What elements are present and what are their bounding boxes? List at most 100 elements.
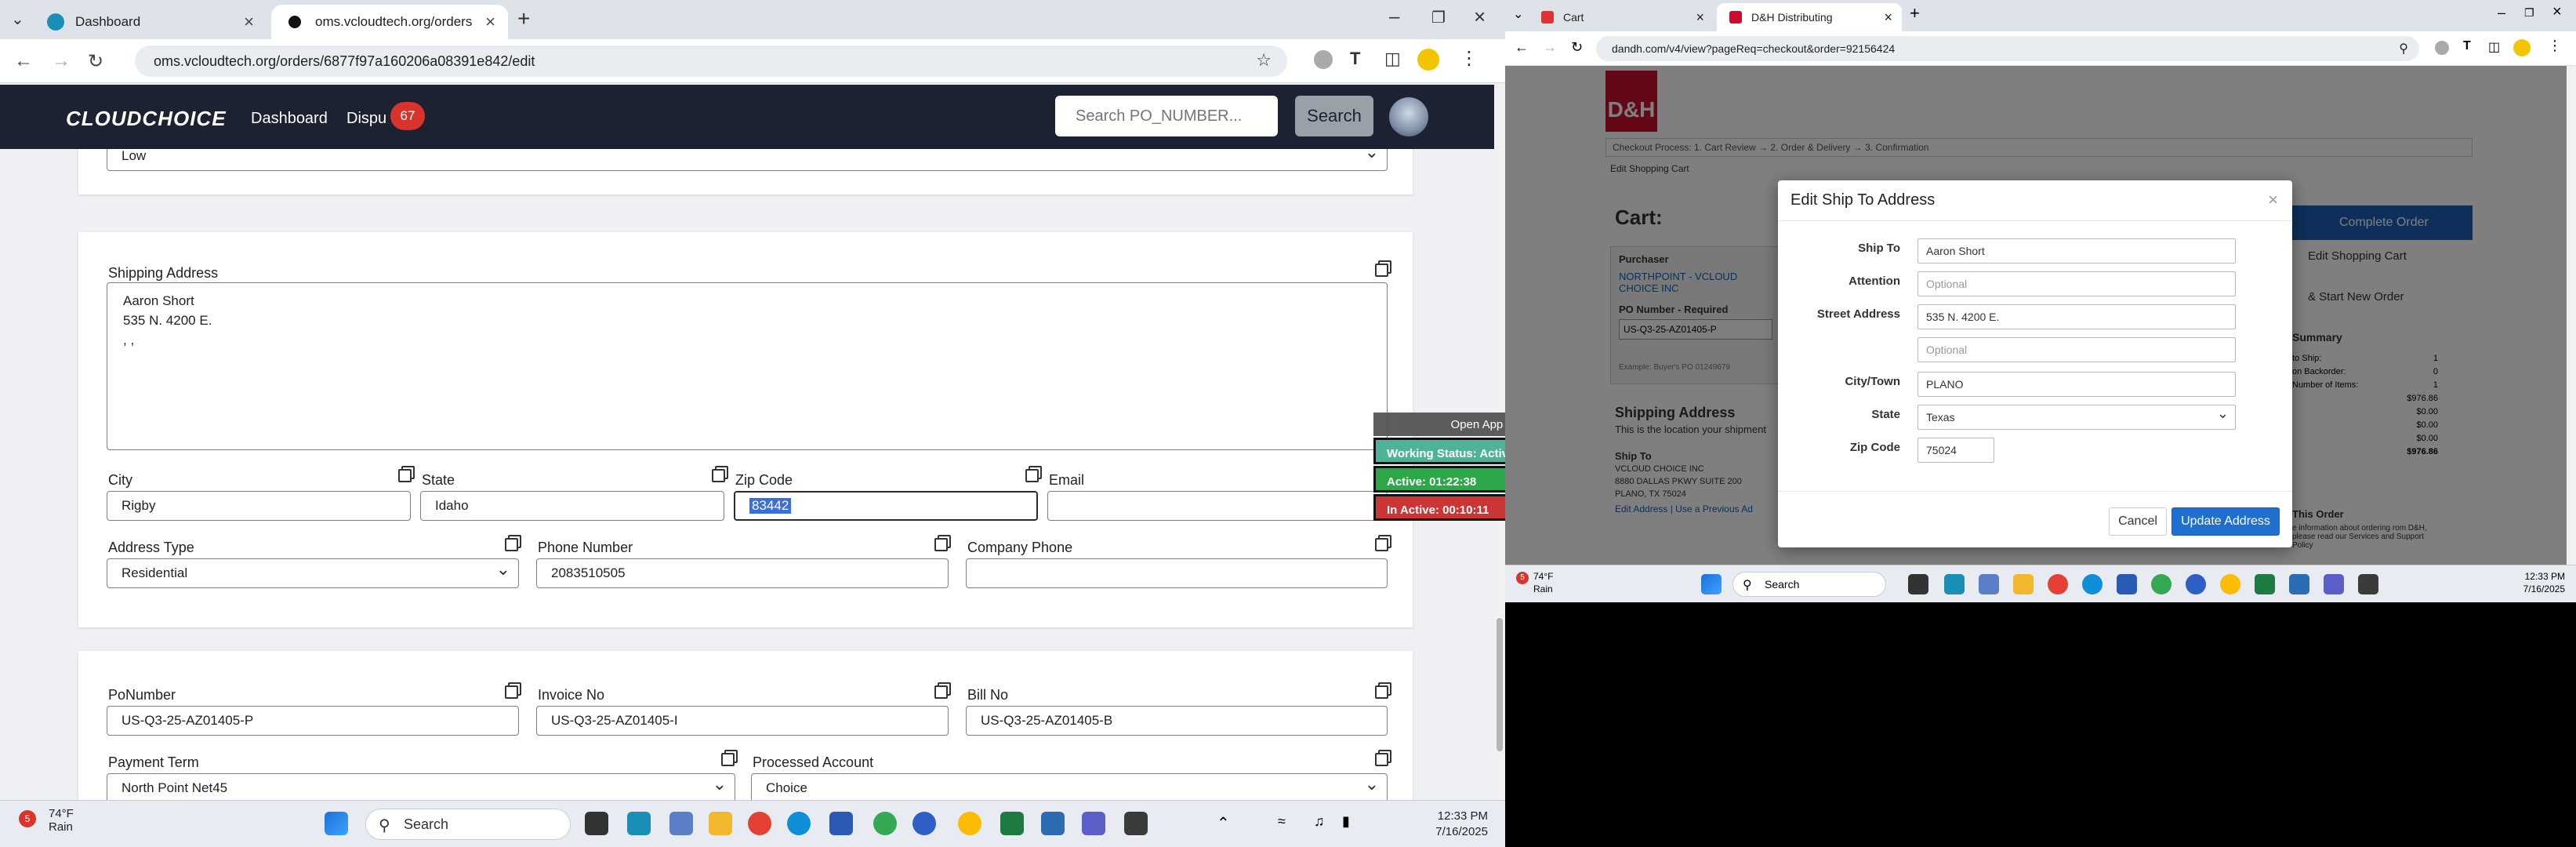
reader-icon[interactable]: T [1350, 49, 1360, 69]
close-icon[interactable]: × [244, 12, 254, 32]
maximize-icon[interactable]: ❐ [1431, 8, 1446, 27]
copy-icon[interactable] [398, 466, 415, 482]
email-input[interactable] [1047, 491, 1388, 521]
volume-icon[interactable]: ♫ [1314, 813, 1325, 830]
extensions-puzzle-icon[interactable]: ◫ [2488, 39, 2500, 55]
profile-icon[interactable] [1417, 49, 1439, 71]
taskbar-clock[interactable]: 12:33 PM 7/16/2025 [2523, 570, 2565, 595]
weather-widget[interactable]: 5 74°F Rain [1516, 570, 1553, 595]
edge-icon[interactable] [787, 812, 811, 835]
zoom-icon[interactable] [2186, 574, 2206, 594]
city-town-input[interactable]: PLANO [1917, 372, 2236, 397]
chrome-profile-icon[interactable] [2151, 574, 2171, 594]
teams-icon[interactable] [1082, 812, 1105, 835]
zip-input[interactable]: 83442 [734, 491, 1038, 521]
window-close-icon[interactable]: × [1474, 5, 1486, 29]
close-icon[interactable]: × [2268, 190, 2278, 210]
zoom-magnifier-icon[interactable]: ⚲ [2399, 41, 2408, 56]
taskbar-search[interactable]: ⚲ Search [1732, 572, 1886, 597]
app-icon-2[interactable] [1124, 812, 1148, 835]
reload-icon[interactable]: ↻ [88, 50, 103, 73]
update-address-button[interactable]: Update Address [2171, 507, 2280, 536]
outlook-icon[interactable] [2117, 574, 2137, 594]
shipping-address-textarea[interactable]: Aaron Short 535 N. 4200 E. , , [107, 282, 1388, 450]
new-tab-plus-icon[interactable]: + [517, 6, 530, 31]
street-address-input[interactable]: 535 N. 4200 E. [1917, 304, 2236, 329]
weather-widget[interactable]: 5 74°F Rain [19, 807, 74, 834]
open-app-button[interactable]: Open App ↗ [1373, 413, 1505, 436]
file-explorer-icon[interactable] [2013, 574, 2034, 594]
search-button[interactable]: Search [1295, 96, 1373, 136]
excel-icon[interactable] [2255, 574, 2275, 594]
minimize-icon[interactable]: – [1389, 6, 1399, 28]
url-field[interactable]: oms.vcloudtech.org/orders/6877f97a160206… [135, 45, 1287, 77]
wifi-icon[interactable]: ≈ [1278, 813, 1286, 830]
minimize-icon[interactable]: – [2498, 5, 2505, 21]
street-address-2-input[interactable]: Optional [1917, 337, 2236, 362]
new-tab-plus-icon[interactable]: + [1910, 3, 1920, 24]
windows-start-icon[interactable] [1701, 574, 1722, 594]
chrome-alt-icon[interactable] [2220, 574, 2240, 594]
processed-account-select[interactable]: Choice [751, 773, 1388, 800]
copy-icon[interactable] [934, 535, 951, 551]
copy-icon[interactable] [505, 535, 521, 551]
copy-icon[interactable] [721, 750, 738, 766]
outlook-icon[interactable] [829, 812, 853, 835]
forward-icon[interactable]: → [1543, 39, 1557, 56]
state-input[interactable]: Idaho [420, 491, 724, 521]
page-scrollbar[interactable] [2567, 66, 2576, 565]
cloudchoice-logo[interactable]: CLOUDCHOICE [66, 107, 227, 131]
battery-icon[interactable]: ▮ [1342, 813, 1350, 830]
taskbar-search[interactable]: ⚲ Search [365, 809, 571, 840]
close-icon[interactable]: × [1884, 9, 1892, 26]
chrome-profile-icon[interactable] [873, 812, 897, 835]
copy-icon[interactable] [1375, 682, 1391, 699]
back-icon[interactable]: ← [1515, 39, 1529, 56]
calculator-icon[interactable] [1979, 574, 1999, 594]
zip-code-input[interactable]: 75024 [1917, 438, 1994, 463]
extensions-puzzle-icon[interactable]: ◫ [1384, 49, 1401, 69]
priority-select[interactable]: Low [107, 149, 1388, 171]
copy-icon[interactable] [1025, 466, 1042, 482]
user-avatar[interactable] [1389, 97, 1428, 136]
back-icon[interactable]: ← [14, 50, 33, 72]
photos-icon[interactable] [2289, 574, 2309, 594]
copy-icon[interactable] [712, 466, 728, 482]
company-phone-input[interactable] [966, 558, 1388, 588]
attention-input[interactable]: Optional [1917, 271, 2236, 296]
windows-start-icon[interactable] [325, 812, 348, 835]
app-icon[interactable] [627, 812, 651, 835]
reload-icon[interactable]: ↻ [1571, 39, 1583, 56]
chrome-icon[interactable] [748, 812, 771, 835]
city-input[interactable]: Rigby [107, 491, 411, 521]
url-field[interactable]: dandh.com/v4/view?pageReq=checkout&order… [1596, 36, 2419, 61]
edge-icon[interactable] [2082, 574, 2103, 594]
nav-disputes-link[interactable]: Dispu [346, 110, 386, 128]
tab-oms[interactable]: oms.vcloudtech.org/orders/687 × [271, 5, 508, 39]
phone-input[interactable]: 2083510505 [536, 558, 949, 588]
file-explorer-icon[interactable] [709, 812, 732, 835]
copy-icon[interactable] [505, 682, 521, 699]
payment-term-select[interactable]: North Point Net45 [107, 773, 735, 800]
extension-icon[interactable] [1314, 50, 1333, 69]
po-search-input[interactable] [1055, 96, 1278, 136]
state-select[interactable]: Texas [1917, 405, 2236, 430]
invoice-input[interactable]: US-Q3-25-AZ01405-I [536, 706, 949, 736]
tab-dandh[interactable]: D&H Distributing × [1717, 3, 1902, 31]
extension-icon[interactable] [2435, 41, 2449, 55]
bill-no-input[interactable]: US-Q3-25-AZ01405-B [966, 706, 1388, 736]
taskbar-clock[interactable]: 12:33 PM 7/16/2025 [1435, 809, 1488, 840]
scrollbar-thumb[interactable] [1497, 618, 1503, 751]
close-icon[interactable]: × [485, 12, 495, 32]
forward-icon[interactable]: → [52, 50, 71, 72]
task-view-icon[interactable] [1908, 574, 1928, 594]
chrome-icon[interactable] [2048, 574, 2068, 594]
app-icon-2[interactable] [2358, 574, 2378, 594]
zoom-icon[interactable] [912, 812, 936, 835]
close-icon[interactable]: × [1696, 9, 1704, 26]
maximize-icon[interactable]: ❐ [2524, 6, 2534, 20]
tray-chevron-icon[interactable]: ⌃ [1217, 813, 1230, 833]
cancel-button[interactable]: Cancel [2109, 507, 2167, 536]
bookmark-star-icon[interactable]: ☆ [1256, 50, 1272, 71]
copy-icon[interactable] [1375, 260, 1391, 277]
